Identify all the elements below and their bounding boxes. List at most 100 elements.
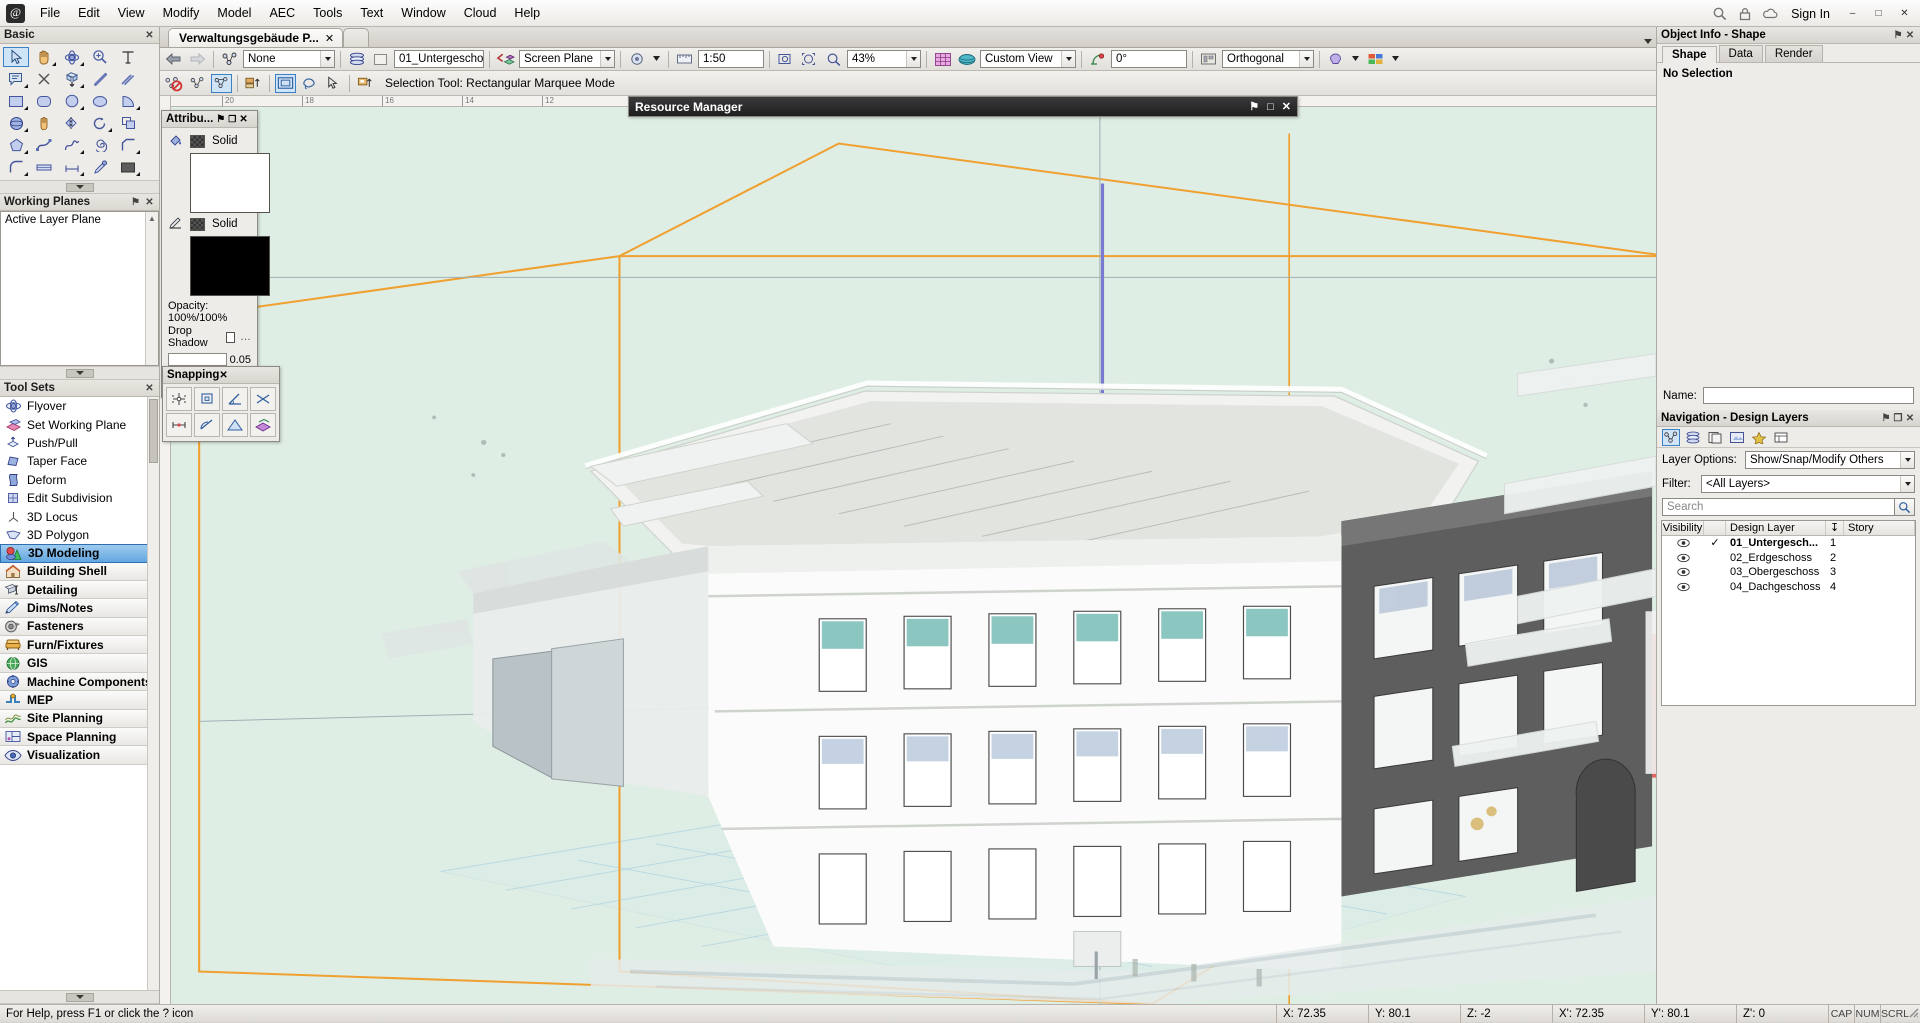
layers-stack-icon[interactable]: [346, 50, 367, 69]
window-close-button[interactable]: ✕: [1897, 7, 1912, 21]
chevron-down-icon[interactable]: [66, 369, 94, 378]
menu-window[interactable]: Window: [392, 2, 454, 24]
layer-name[interactable]: 01_Untergesch...: [1726, 536, 1826, 550]
toolset-group-space-planning[interactable]: Space Planning: [0, 728, 159, 746]
snap-distance-button[interactable]: [166, 413, 192, 437]
design-layer-combo[interactable]: 01_Untergeschoss: [394, 50, 484, 68]
scale-field[interactable]: 1:50: [698, 50, 764, 68]
pin-icon[interactable]: ⚑: [1249, 100, 1259, 113]
rotate-tool[interactable]: [87, 113, 113, 133]
search-icon[interactable]: [1895, 498, 1915, 516]
toolset-item-deform[interactable]: Deform: [0, 471, 159, 489]
resource-manager-palette[interactable]: Resource Manager ⚑ □ ✕: [628, 96, 1298, 117]
lighting-dropdown[interactable]: [1349, 50, 1362, 69]
working-planes-list[interactable]: Active Layer Plane ▲: [0, 211, 159, 366]
chevron-down-icon[interactable]: [1644, 39, 1652, 44]
menu-help[interactable]: Help: [505, 2, 549, 24]
render-mode-button[interactable]: [956, 50, 977, 69]
lock-icon[interactable]: [1737, 6, 1753, 22]
grid-toggle-button[interactable]: [932, 50, 953, 69]
polyline-tool[interactable]: [31, 135, 57, 155]
visibility-toggle[interactable]: [1662, 567, 1704, 577]
close-icon[interactable]: ✕: [1904, 413, 1916, 424]
tab-shape[interactable]: Shape: [1662, 46, 1717, 63]
pan-tool[interactable]: [31, 47, 57, 67]
pen-color-swatch[interactable]: [190, 236, 270, 296]
menu-edit[interactable]: Edit: [69, 2, 109, 24]
chevron-down-icon[interactable]: [320, 51, 334, 67]
tool-sets-close-icon[interactable]: ✕: [144, 383, 155, 394]
layer-options-combo[interactable]: Show/Snap/Modify Others: [1745, 451, 1915, 469]
attributes-palette[interactable]: Attribu... ⚑ ❐ ✕ Solid: [161, 110, 258, 398]
toolset-item-3d-polygon[interactable]: 3D Polygon: [0, 526, 159, 544]
nav-references-icon[interactable]: [1772, 429, 1790, 446]
cloud-icon[interactable]: [1762, 6, 1778, 22]
toolset-item-set-working-plane[interactable]: Set Working Plane: [0, 415, 159, 433]
working-planes-close-icon[interactable]: ✕: [144, 197, 155, 208]
selection-tool[interactable]: [3, 47, 29, 67]
filter-combo[interactable]: <All Layers>: [1701, 475, 1915, 493]
search-icon[interactable]: [1712, 6, 1728, 22]
rectangular-marquee-mode-button[interactable]: [275, 74, 296, 93]
snap-angle-button[interactable]: [222, 387, 248, 411]
nav-classes-icon[interactable]: [1662, 429, 1680, 446]
toolset-item-edit-subdivision[interactable]: Edit Subdivision: [0, 489, 159, 507]
nurbs-tool[interactable]: [59, 135, 85, 155]
sphere-tool[interactable]: [3, 113, 29, 133]
toolset-group-site-planning[interactable]: Site Planning: [0, 710, 159, 728]
chevron-down-icon[interactable]: [1900, 476, 1914, 492]
snap-smart-edge-button[interactable]: [222, 413, 248, 437]
menu-aec[interactable]: AEC: [260, 2, 304, 24]
zoom-icon[interactable]: [823, 50, 844, 69]
table-row[interactable]: 02_Erdgeschoss 2: [1662, 551, 1915, 566]
pin-icon[interactable]: ⚑: [1880, 413, 1892, 424]
visibility-toggle[interactable]: [1662, 538, 1704, 548]
close-icon[interactable]: ✕: [325, 32, 334, 45]
table-row[interactable]: 04_Dachgeschoss 4: [1662, 580, 1915, 595]
lighting-icon[interactable]: [1325, 50, 1346, 69]
layer-visibility-toggle[interactable]: [370, 50, 391, 69]
toolset-group-visualization[interactable]: Visualization: [0, 746, 159, 764]
active-layer-check[interactable]: ✓: [1704, 536, 1726, 550]
scale-icon[interactable]: [674, 50, 695, 69]
column-visibility[interactable]: Visibility: [1662, 521, 1704, 535]
sign-in-button[interactable]: Sign In: [1787, 7, 1834, 21]
fill-color-swatch[interactable]: [190, 153, 270, 213]
snap-grid-button[interactable]: [166, 387, 192, 411]
rectangle-tool[interactable]: [3, 91, 29, 111]
fit-to-window-button[interactable]: [775, 50, 796, 69]
zoom-combo[interactable]: 43%: [847, 50, 921, 68]
spiral-tool[interactable]: [87, 135, 113, 155]
menu-model[interactable]: Model: [208, 2, 260, 24]
toolset-group-gis[interactable]: GIS: [0, 654, 159, 672]
toolset-item-taper-face[interactable]: Taper Face: [0, 452, 159, 470]
drawing-viewport[interactable]: 20 18 16 14 12: [160, 96, 1656, 1004]
column-sort[interactable]: ↧: [1826, 521, 1844, 535]
document-tab-active[interactable]: Verwaltungsgebäude P... ✕: [168, 28, 343, 47]
layer-name[interactable]: 02_Erdgeschoss: [1726, 551, 1826, 565]
chamfer-tool[interactable]: [115, 135, 141, 155]
nav-sheet-layers-icon[interactable]: [1706, 429, 1724, 446]
pen-attribute-row[interactable]: Solid: [168, 215, 251, 233]
toolset-group-dims-notes[interactable]: Dims/Notes: [0, 599, 159, 617]
fill-pattern-swatch[interactable]: [190, 135, 205, 148]
nav-saved-views-icon[interactable]: [1750, 429, 1768, 446]
hatch-tool[interactable]: [115, 157, 141, 177]
forward-button[interactable]: [187, 50, 208, 69]
lasso-marquee-mode-button[interactable]: [299, 74, 320, 93]
fill-style-label[interactable]: Solid: [212, 135, 238, 147]
line-tool[interactable]: [87, 69, 113, 89]
class-icon[interactable]: [219, 50, 240, 69]
table-row[interactable]: ✓ 01_Untergesch... 1: [1662, 536, 1915, 551]
pin-icon[interactable]: ⚑: [216, 114, 225, 125]
plane-combo[interactable]: Screen Plane: [519, 50, 615, 68]
projection-combo[interactable]: Orthogonal: [1222, 50, 1314, 68]
visibility-toggle[interactable]: [1662, 553, 1704, 563]
projection-icon[interactable]: [1198, 50, 1219, 69]
render-style-icon[interactable]: [1365, 50, 1386, 69]
pin-icon[interactable]: ⚑: [1892, 30, 1904, 41]
layer-name[interactable]: 04_Dachgeschoss: [1726, 580, 1826, 594]
chevron-down-icon[interactable]: [906, 51, 920, 67]
group-mode-button[interactable]: [187, 74, 208, 93]
double-line-tool[interactable]: [115, 69, 141, 89]
